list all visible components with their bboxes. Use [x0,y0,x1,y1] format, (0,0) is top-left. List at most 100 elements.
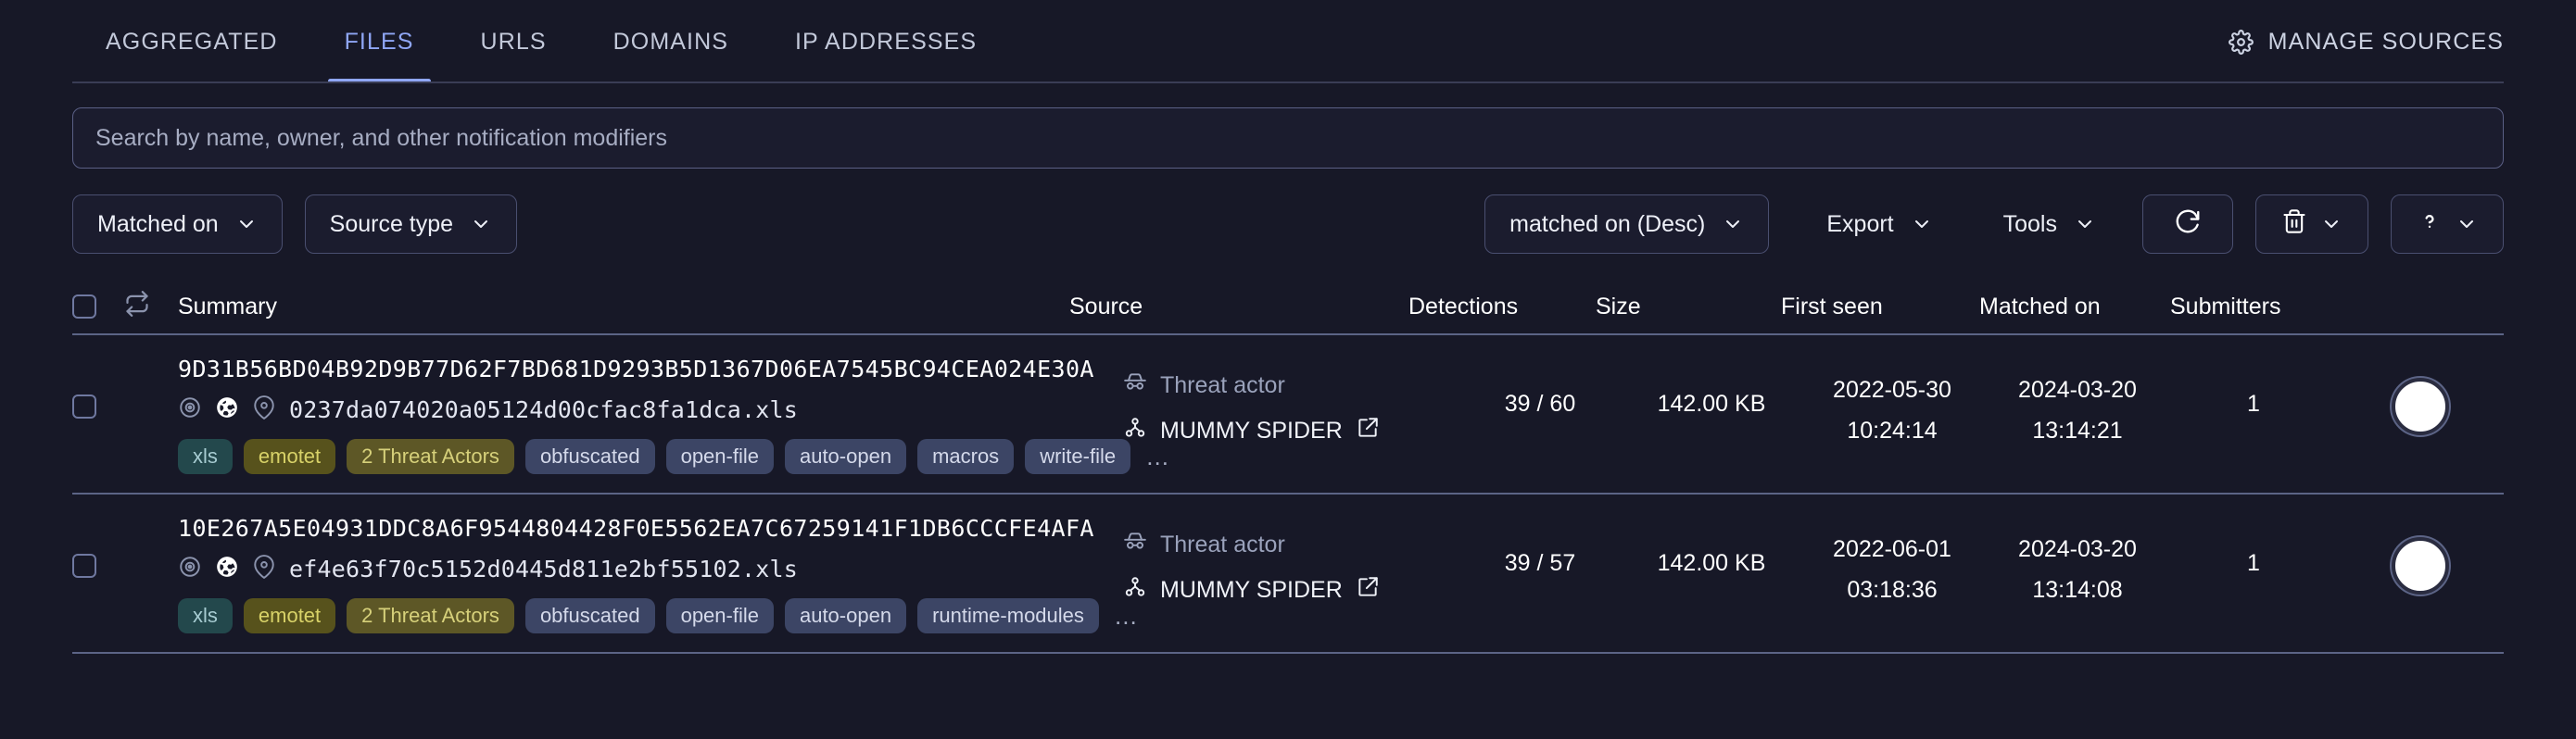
column-header-first-seen[interactable]: First seen [1772,294,1966,320]
column-header-size[interactable]: Size [1575,294,1772,320]
tab-label: FILES [344,28,414,55]
tab-files[interactable]: FILES [311,0,448,83]
summary-cell: 9D31B56BD04B92D9B77D62F7BD681D9293B5D136… [178,356,1169,474]
tab-bar-underline [72,81,2504,83]
tag-chip[interactable]: auto-open [784,598,907,633]
column-header-submitters[interactable]: Submitters [2165,294,2337,320]
refresh-icon [2174,207,2202,242]
gear-icon [2228,29,2254,55]
row-checkbox[interactable] [72,395,96,419]
tab-aggregated[interactable]: AGGREGATED [72,0,311,83]
column-header-source[interactable]: Source [1069,294,1403,320]
target-icon[interactable] [178,395,202,424]
location-pin-icon[interactable] [252,555,276,583]
matched-on-time: 13:14:08 [2032,576,2123,603]
column-header-summary[interactable]: Summary [178,294,1069,320]
column-header-detections[interactable]: Detections [1403,294,1575,320]
tags-overflow-ellipsis[interactable]: … [1142,443,1169,471]
notifications-page: AGGREGATED FILES URLS DOMAINS IP ADDRESS… [0,0,2576,739]
tag-chip[interactable]: emotet [243,598,336,633]
first-seen-stack: 2022-05-30 10:24:14 [1799,370,1985,452]
chevron-down-icon [2320,213,2342,235]
external-link-icon[interactable] [1356,416,1380,446]
trash-icon [2281,208,2307,241]
tag-chip[interactable]: xls [178,439,233,474]
tab-ip-addresses[interactable]: IP ADDRESSES [762,0,1010,83]
delete-button[interactable] [2255,194,2368,254]
sort-button[interactable]: matched on (Desc) [1484,194,1770,254]
column-label: First seen [1781,293,1883,319]
file-hash[interactable]: 10E267A5E04931DDC8A6F9544804428F0E5562EA… [178,515,1123,542]
location-pin-icon[interactable] [252,395,276,424]
tag-list: xls emotet 2 Threat Actors obfuscated op… [178,598,1138,633]
first-seen-cell: 2022-06-01 03:18:36 [1799,515,1985,611]
size-cell: 142.00 KB [1623,515,1799,577]
size-cell: 142.00 KB [1623,356,1799,418]
chevron-down-icon [2456,213,2478,235]
table-header-row: Summary Source Detections Size First see… [72,280,2504,335]
matched-on-cell: 2024-03-20 13:14:21 [1985,356,2170,452]
help-button[interactable] [2391,194,2504,254]
row-checkbox[interactable] [72,554,96,578]
search-input[interactable] [94,123,2482,153]
column-header-matched-on[interactable]: Matched on [1966,294,2165,320]
avatar-cell [2337,356,2504,435]
source-name-link[interactable]: MUMMY SPIDER [1123,416,1457,446]
column-label: Matched on [1979,293,2101,319]
select-all-checkbox[interactable] [72,294,96,319]
tag-chip[interactable]: xls [178,598,233,633]
file-hash[interactable]: 9D31B56BD04B92D9B77D62F7BD681D9293B5D136… [178,356,1123,382]
avatar[interactable] [2392,537,2449,595]
tag-chip[interactable]: write-file [1025,439,1131,474]
export-button[interactable]: Export [1802,194,1956,254]
manage-sources-label: MANAGE SOURCES [2267,28,2504,55]
submitters-cell: 1 [2170,515,2337,577]
question-mark-icon [2417,208,2443,241]
tag-chip[interactable]: open-file [665,598,774,633]
chevron-down-icon [2074,213,2096,235]
tab-bar: AGGREGATED FILES URLS DOMAINS IP ADDRESS… [0,0,2576,83]
column-label: Detections [1408,293,1519,319]
globe-icon[interactable] [215,555,239,583]
file-name[interactable]: 0237da074020a05124d00cfac8fa1dca.xls [289,396,798,423]
submitters-value: 1 [2247,550,2260,576]
matched-on-filter-button[interactable]: Matched on [72,194,283,254]
tab-domains[interactable]: DOMAINS [580,0,762,83]
chevron-down-icon [1911,213,1933,235]
tag-chip[interactable]: runtime-modules [917,598,1099,633]
tag-chip[interactable]: obfuscated [524,439,655,474]
tab-label: AGGREGATED [106,28,278,55]
source-name-link[interactable]: MUMMY SPIDER [1123,575,1457,606]
tag-chip[interactable]: obfuscated [524,598,655,633]
globe-icon[interactable] [215,395,239,424]
source-cell: Threat actor MUMMY SPIDER [1123,515,1457,606]
source-name-label: MUMMY SPIDER [1160,418,1343,444]
refresh-button[interactable] [2142,194,2233,254]
manage-sources-button[interactable]: MANAGE SOURCES [2228,28,2504,56]
detections-cell: 39 / 60 [1457,356,1623,418]
target-icon[interactable] [178,555,202,583]
file-name[interactable]: ef4e63f70c5152d0445d811e2bf55102.xls [289,556,798,582]
tab-list: AGGREGATED FILES URLS DOMAINS IP ADDRESS… [72,0,1010,83]
submitters-cell: 1 [2170,356,2337,418]
tags-overflow-ellipsis[interactable]: … [1110,602,1138,631]
search-box[interactable] [72,107,2504,169]
size-value: 142.00 KB [1657,550,1766,576]
tools-button[interactable]: Tools [1979,194,2120,254]
tag-chip[interactable]: 2 Threat Actors [347,598,514,633]
select-all-cell [72,294,124,319]
tag-chip[interactable]: macros [917,439,1015,474]
source-cell: Threat actor MUMMY SPIDER [1123,356,1457,446]
tab-urls[interactable]: URLS [448,0,580,83]
tag-chip[interactable]: open-file [665,439,774,474]
first-seen-time: 10:24:14 [1847,417,1938,444]
tag-chip[interactable]: auto-open [784,439,907,474]
external-link-icon[interactable] [1356,575,1380,606]
avatar[interactable] [2392,378,2449,435]
file-line: 0237da074020a05124d00cfac8fa1dca.xls [178,395,1123,424]
swap-icon[interactable] [124,290,150,323]
file-line: ef4e63f70c5152d0445d811e2bf55102.xls [178,555,1123,583]
tag-chip[interactable]: emotet [243,439,336,474]
source-type-filter-button[interactable]: Source type [304,194,518,254]
tag-chip[interactable]: 2 Threat Actors [347,439,514,474]
